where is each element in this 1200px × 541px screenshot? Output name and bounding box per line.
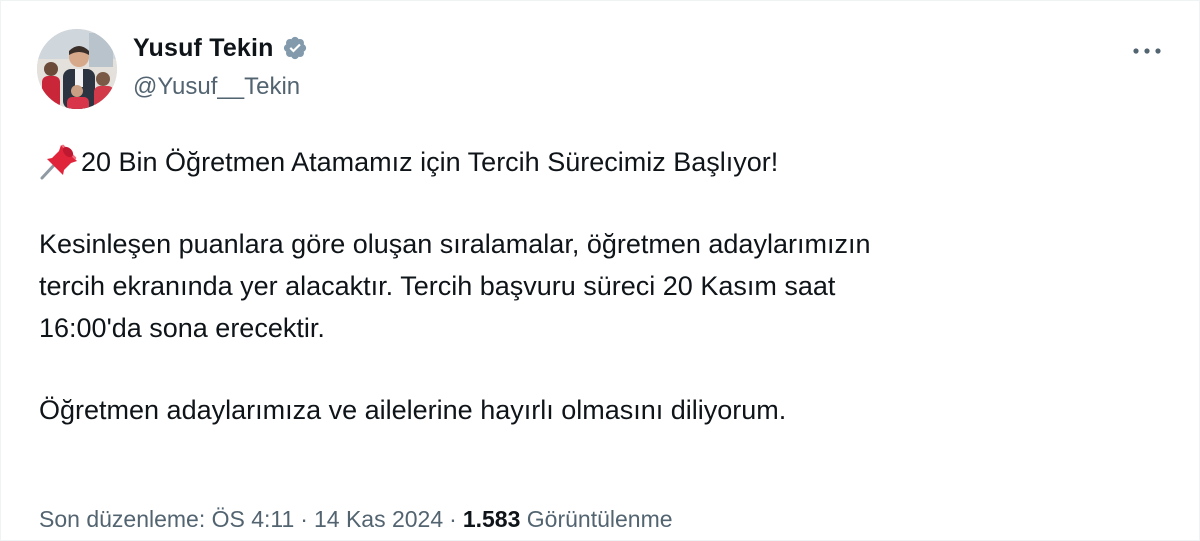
tweet-meta: Son düzenleme: ÖS 4:11 · 14 Kas 2024 · 1.583… — [39, 506, 673, 533]
tweet-headline: 20 Bin Öğretmen Atamamız için Tercih Sür… — [81, 147, 779, 177]
meta-separator: · — [449, 506, 457, 532]
profile-photo-icon — [37, 29, 117, 109]
meta-separator: · — [300, 506, 308, 532]
tweet-paragraph-1-line-3: 16:00'da sona erecektir. — [39, 313, 325, 343]
edited-timestamp[interactable]: Son düzenleme: ÖS 4:11 — [39, 506, 294, 532]
tweet-text: 20 Bin Öğretmen Atamamız için Tercih Sür… — [39, 141, 1169, 431]
author-name[interactable]: Yusuf Tekin — [133, 34, 274, 63]
tweet-card: Yusuf Tekin @Yusuf__Tekin 20 Bin Öğretme… — [0, 0, 1200, 541]
more-options-button[interactable] — [1127, 37, 1167, 65]
tweet-headline-line: 20 Bin Öğretmen Atamamız için Tercih Sür… — [39, 141, 1169, 183]
views-label[interactable]: Görüntülenme — [527, 506, 673, 532]
pushpin-icon — [39, 141, 81, 181]
verified-badge-icon[interactable] — [282, 35, 308, 61]
author-name-row: Yusuf Tekin — [133, 31, 308, 65]
tweet-date[interactable]: 14 Kas 2024 — [314, 506, 443, 532]
more-dots-icon — [1133, 48, 1161, 54]
tweet-paragraph-1-line-1: Kesinleşen puanlara göre oluşan sıralama… — [39, 229, 871, 259]
avatar[interactable] — [37, 29, 117, 109]
author-handle[interactable]: @Yusuf__Tekin — [133, 73, 300, 101]
views-count[interactable]: 1.583 — [463, 506, 521, 532]
tweet-paragraph-2: Öğretmen adaylarımıza ve ailelerine hayı… — [39, 395, 787, 425]
tweet-paragraph-1-line-2: tercih ekranında yer alacaktır. Tercih b… — [39, 271, 836, 301]
